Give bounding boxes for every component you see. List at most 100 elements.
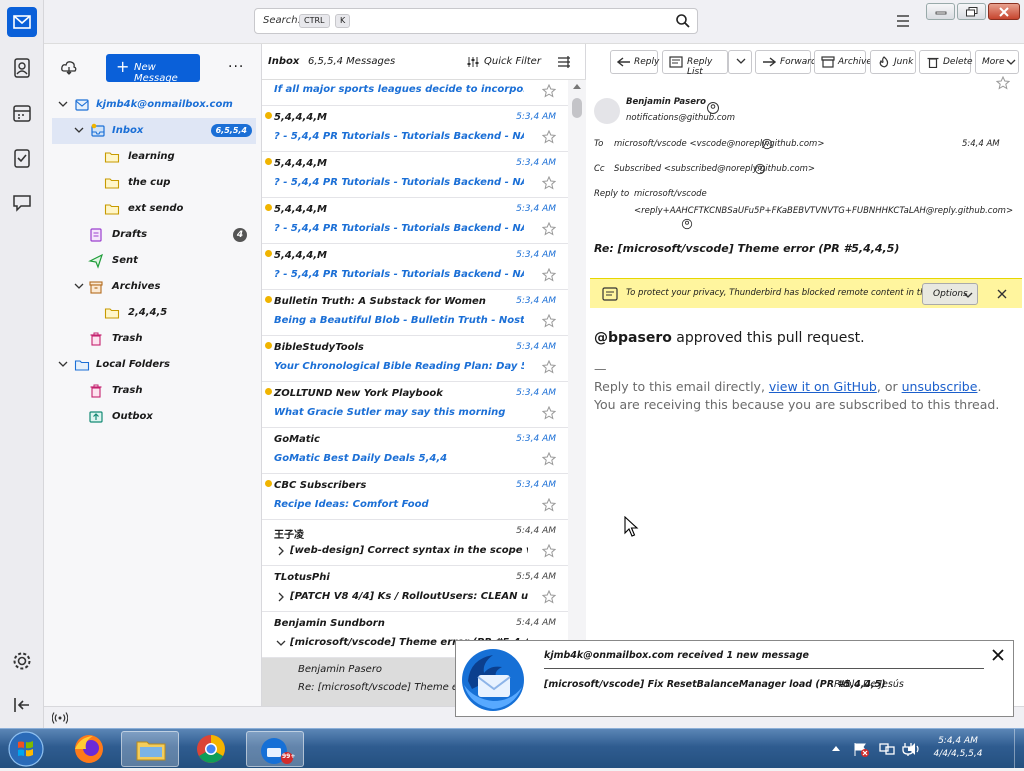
local-folders-row[interactable]: Local Folders	[44, 352, 260, 378]
message-row[interactable]: CBC Subscribers 5:3,4 AM Recipe Ideas: C…	[262, 474, 568, 520]
message-row[interactable]: BibleStudyTools 5:3,4 AM Your Chronologi…	[262, 336, 568, 382]
folder-trash[interactable]: Trash	[44, 326, 260, 352]
contact-icon[interactable]	[754, 163, 766, 175]
message-row[interactable]: 5,4,4,4,M 5:3,4 AM ? - 5,4,4 PR Tutorial…	[262, 106, 568, 152]
message-row[interactable]: 5,4,4,4,M 5:3,4 AM ? - 5,4,4 PR Tutorial…	[262, 152, 568, 198]
folder-the-cup[interactable]: the cup	[44, 170, 260, 196]
get-messages-button[interactable]	[60, 59, 78, 80]
scrollbar-thumb[interactable]	[572, 98, 582, 118]
contact-icon[interactable]	[706, 101, 720, 115]
message-subject: What Gracie Sutler may say this morning	[274, 407, 506, 418]
search-icon[interactable]	[675, 13, 691, 29]
close-icon[interactable]	[995, 287, 1009, 301]
reply-to-value[interactable]: microsoft/vscode	[634, 189, 707, 199]
speaker-icon[interactable]	[906, 741, 922, 757]
minimize-button[interactable]	[926, 3, 955, 20]
star-icon[interactable]	[542, 360, 556, 374]
notice-options-button[interactable]: Options	[922, 283, 978, 305]
message-row[interactable]: ZOLLTUND New York Playbook 5:3,4 AM What…	[262, 382, 568, 428]
maximize-button[interactable]	[957, 3, 986, 20]
chevron-right-icon[interactable]	[276, 546, 286, 556]
folder-drafts[interactable]: Drafts 4	[44, 222, 260, 248]
system-clock[interactable]: 5:4,4 AM 4/4/4,5,5,4	[928, 735, 988, 761]
folder-ext-sendo[interactable]: ext sendo	[44, 196, 260, 222]
global-search-box[interactable]: Search... CTRL K	[254, 8, 698, 34]
folder-archive-year[interactable]: 2,4,4,5	[44, 300, 260, 326]
collapse-spaces-button[interactable]	[10, 693, 34, 717]
view-on-github-link[interactable]: view it on GitHub	[769, 379, 877, 394]
forward-button[interactable]: Forward	[755, 50, 817, 74]
taskbar-file-explorer[interactable]	[121, 731, 179, 767]
star-icon[interactable]	[542, 314, 556, 328]
taskbar-thunderbird[interactable]: 99+	[246, 731, 304, 767]
display-options-icon[interactable]	[556, 54, 572, 70]
star-icon[interactable]	[542, 452, 556, 466]
junk-button[interactable]: Junk	[870, 50, 916, 74]
contact-icon[interactable]	[681, 218, 693, 230]
contact-icon[interactable]	[761, 138, 773, 150]
taskbar-firefox[interactable]	[60, 731, 118, 767]
chevron-right-icon[interactable]	[276, 592, 286, 602]
show-hidden-icons-icon[interactable]	[830, 743, 842, 753]
message-row[interactable]: 王子凌 5:4,4 AM [web-design] Correct syntax…	[262, 520, 568, 566]
star-icon[interactable]	[542, 268, 556, 282]
message-row[interactable]: GoMatic 5:3,4 AM GoMatic Best Daily Deal…	[262, 428, 568, 474]
folder-archives[interactable]: Archives	[44, 274, 260, 300]
star-icon[interactable]	[996, 76, 1010, 90]
action-center-flag-icon[interactable]	[852, 741, 870, 757]
chat-button[interactable]	[10, 190, 34, 214]
message-row[interactable]: 5,4,4,4,M 5:3,4 AM ? - 5,4,4 PR Tutorial…	[262, 198, 568, 244]
star-icon[interactable]	[542, 498, 556, 512]
message-row[interactable]: Bulletin Truth: A Substack for Women 5:3…	[262, 290, 568, 336]
online-status-icon[interactable]	[52, 711, 68, 725]
account-row[interactable]: kjmb4k@onmailbox.com	[44, 92, 260, 118]
folder-local-trash[interactable]: Trash	[44, 378, 260, 404]
app-menu-button[interactable]	[893, 12, 913, 30]
to-value[interactable]: microsoft/vscode <vscode@noreply.github.…	[614, 139, 824, 149]
quick-filter-icon[interactable]	[466, 55, 480, 69]
star-icon[interactable]	[542, 544, 556, 558]
reply-to-address[interactable]: <reply+AAHCFTKCNBSaUFu5P+FKaBEBVTVNVTG+F…	[634, 204, 1018, 218]
star-icon[interactable]	[542, 84, 556, 98]
settings-button[interactable]	[10, 649, 34, 673]
quick-filter-button[interactable]: Quick Filter	[484, 56, 541, 67]
tasks-button[interactable]	[10, 146, 34, 170]
scroll-up-icon[interactable]	[572, 82, 582, 90]
folder-pane-more-button[interactable]: ···	[228, 59, 244, 75]
message-row[interactable]: If all major sports leagues decide to in…	[262, 80, 568, 106]
more-button[interactable]: More	[975, 50, 1019, 74]
reply-dropdown-button[interactable]	[728, 50, 752, 74]
reply-list-button[interactable]: Reply List	[662, 50, 728, 77]
notification-sender: Pablo De Jesús	[834, 679, 904, 690]
close-window-button[interactable]	[988, 3, 1020, 20]
reply-button[interactable]: Reply	[610, 50, 659, 74]
close-icon[interactable]	[992, 649, 1004, 661]
address-book-button[interactable]	[10, 56, 34, 80]
new-message-button[interactable]: + New Message	[106, 54, 200, 84]
delete-button[interactable]: Delete	[919, 50, 973, 74]
new-mail-notification[interactable]: kjmb4k@onmailbox.com received 1 new mess…	[455, 640, 1014, 717]
network-icon[interactable]	[878, 741, 896, 757]
message-row[interactable]: TLotusPhi 5:5,4 AM [PATCH V8 4/4] Ks / R…	[262, 566, 568, 612]
folder-sent[interactable]: Sent	[44, 248, 260, 274]
folder-label: ext sendo	[128, 203, 184, 214]
star-icon[interactable]	[542, 406, 556, 420]
mail-space-button[interactable]	[7, 7, 37, 37]
chevron-down-icon[interactable]	[276, 638, 286, 648]
folder-inbox[interactable]: Inbox 6,5,5,4	[52, 118, 256, 144]
unsubscribe-link[interactable]: unsubscribe	[902, 379, 978, 394]
cc-value[interactable]: Subscribed <subscribed@noreply.github.co…	[614, 164, 815, 174]
calendar-button[interactable]	[10, 101, 34, 125]
star-icon[interactable]	[542, 590, 556, 604]
show-desktop-button[interactable]	[1014, 729, 1024, 769]
star-icon[interactable]	[542, 130, 556, 144]
archive-button[interactable]: Archive	[814, 50, 872, 74]
star-icon[interactable]	[542, 222, 556, 236]
folder-learning[interactable]: learning	[44, 144, 260, 170]
star-icon[interactable]	[542, 176, 556, 190]
taskbar-chrome[interactable]	[182, 731, 240, 767]
message-row[interactable]: 5,4,4,4,M 5:3,4 AM ? - 5,4,4 PR Tutorial…	[262, 244, 568, 290]
folder-outbox[interactable]: Outbox	[44, 404, 260, 430]
start-button[interactable]	[4, 730, 48, 768]
message-list-scrollbar[interactable]	[568, 80, 586, 706]
